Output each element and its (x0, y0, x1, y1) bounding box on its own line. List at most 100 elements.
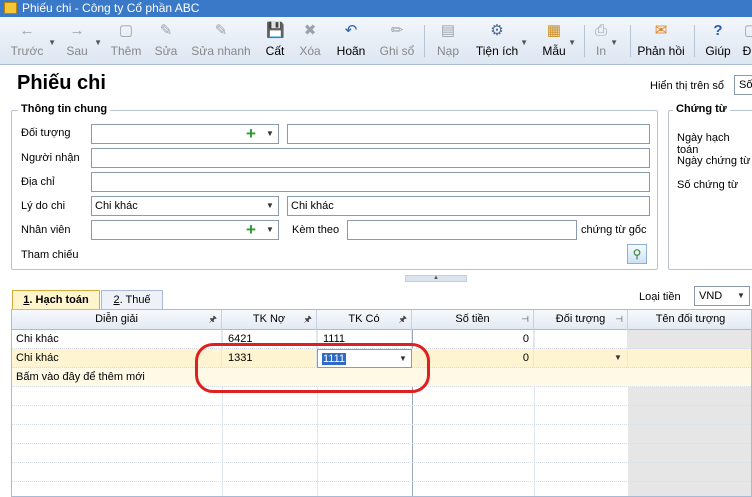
dia-chi-input[interactable] (91, 172, 650, 192)
printer-icon: ⎙ (594, 22, 607, 39)
load-icon: ▤ (440, 22, 456, 39)
pin-icon[interactable]: 🖈 (304, 310, 312, 329)
doi-tuong-name-input[interactable] (287, 124, 650, 144)
next-button[interactable]: → Sau ▼ (60, 20, 102, 62)
toolbar-separator (694, 25, 695, 57)
chevron-down-icon[interactable]: ▼ (262, 221, 278, 239)
utilities-button[interactable]: ⚙ Tiện ích ▼ (474, 20, 528, 62)
add-doi-tuong-icon[interactable]: + (243, 125, 259, 143)
ly-do-chi-desc-input[interactable]: Chi khác (287, 196, 650, 216)
add-new-row[interactable]: Bấm vào đây để thêm mới (12, 368, 751, 387)
panel-splitter[interactable]: ▲ (0, 272, 752, 284)
group-title: Chứng từ (673, 103, 730, 115)
chevron-down-icon[interactable]: ▼ (520, 38, 528, 47)
pin-icon[interactable]: ⊣ (615, 310, 623, 329)
tab-thue[interactable]: 2. Thuế (101, 290, 163, 309)
load-button[interactable]: ▤ Nạp (434, 20, 462, 62)
postpone-button[interactable]: ↶ Hoãn (334, 20, 368, 62)
chevron-down-icon[interactable]: ▼ (610, 349, 626, 367)
quick-edit-button[interactable]: ✎ Sửa nhanh (190, 20, 252, 62)
delete-icon: ✖ (303, 22, 317, 39)
chung-tu-goc-label: chứng từ gốc (581, 224, 647, 236)
table-row[interactable] (12, 406, 751, 425)
chevron-down-icon[interactable]: ▼ (568, 38, 576, 47)
column-header[interactable]: Tên đối tượng (628, 310, 751, 330)
close-icon: ▢ (743, 22, 752, 39)
feedback-button[interactable]: ✉ Phản hồi (636, 20, 686, 62)
ledger-select[interactable]: Số (734, 75, 752, 95)
template-button[interactable]: ▦ Mẫu ▼ (540, 20, 576, 62)
chevron-down-icon[interactable]: ▼ (733, 287, 749, 305)
so-chung-tu-label: Số chứng từ (677, 179, 739, 191)
column-header[interactable]: Đối tượng ⊣ (534, 310, 628, 330)
quick-edit-icon: ✎ (214, 22, 228, 39)
toolbar-separator (630, 25, 631, 57)
nguoi-nhan-label: Người nhận (21, 152, 80, 164)
currency-select[interactable]: VND ▼ (694, 286, 750, 306)
column-header[interactable]: TK Nợ 🖈 (222, 310, 317, 330)
add-button[interactable]: ▢ Thêm (108, 20, 144, 62)
add-nhan-vien-icon[interactable]: + (243, 221, 259, 239)
add-new-row-text[interactable]: Bấm vào đây để thêm mới (12, 368, 412, 387)
pin-icon[interactable]: 🖈 (209, 310, 217, 329)
tk-co-combobox[interactable]: 1111 ▼ (317, 349, 412, 368)
post-ledger-button[interactable]: ✏ Ghi sổ (378, 20, 416, 62)
kem-theo-label: Kèm theo (292, 224, 340, 236)
dia-chi-label: Địa chỉ (21, 176, 55, 188)
add-document-icon: ▢ (118, 22, 134, 39)
table-row[interactable] (12, 482, 751, 496)
save-icon: 💾 (266, 22, 285, 39)
column-header[interactable]: TK Có 🖈 (317, 310, 412, 330)
tk-co-edit-cell[interactable]: 1111 ▼ (317, 349, 412, 368)
prev-button[interactable]: ← Trước ▼ (6, 20, 56, 62)
template-icon: ▦ (546, 22, 562, 39)
window-title: Phiếu chi - Công ty Cổ phần ABC (22, 1, 200, 15)
toolbar-separator (424, 25, 425, 57)
ly-do-chi-select[interactable]: Chi khác (91, 196, 279, 216)
column-header[interactable]: Số tiền ⊣ (412, 310, 534, 330)
tab-hach-toan[interactable]: 1. Hạch toán (12, 290, 100, 310)
table-row[interactable] (12, 444, 751, 463)
page-title: Phiếu chi (17, 72, 106, 94)
table-row[interactable]: Chi khác 1331 1111 ▼ 0 ▼ (12, 349, 751, 368)
chevron-down-icon[interactable]: ▼ (262, 125, 278, 143)
edit-button[interactable]: ✎ Sửa (152, 20, 180, 62)
chevron-down-icon[interactable]: ▼ (395, 350, 411, 367)
grid-header: Diễn giải 🖈 TK Nợ 🖈 TK Có 🖈 Số tiền ⊣ Đối tư… (12, 310, 751, 330)
doi-tuong-label: Đối tượng (21, 127, 71, 139)
pin-icon[interactable]: 🖈 (399, 310, 407, 329)
chevron-down-icon[interactable]: ▼ (94, 38, 102, 47)
group-title: Thông tin chung (18, 103, 111, 115)
app-icon (4, 2, 17, 14)
chevron-down-icon[interactable]: ▼ (48, 38, 56, 47)
nguoi-nhan-input[interactable] (91, 148, 650, 168)
close-button[interactable]: ▢ Đ (742, 20, 752, 62)
arrow-right-icon: → (69, 22, 85, 39)
kem-theo-input[interactable] (347, 220, 577, 240)
column-header[interactable]: Diễn giải 🖈 (12, 310, 222, 330)
toolbar: ← Trước ▼ → Sau ▼ ▢ Thêm ✎ Sửa ✎ Sửa nhanh 💾 Cất… (0, 17, 752, 65)
reference-search-button[interactable]: ⚲ (627, 244, 647, 264)
help-button[interactable]: ? Giúp (704, 20, 732, 62)
table-row[interactable] (12, 463, 751, 482)
nhan-vien-label: Nhân viên (21, 224, 71, 236)
delete-button[interactable]: ✖ Xóa (296, 20, 324, 62)
toolbar-separator (584, 25, 585, 57)
chevron-down-icon[interactable]: ▼ (610, 38, 618, 47)
chevron-down-icon[interactable]: ▼ (262, 197, 278, 215)
collapse-handle[interactable]: ▲ (405, 275, 467, 282)
display-on-ledger-label: Hiển thị trên sổ (650, 80, 724, 92)
help-icon: ? (713, 22, 723, 39)
search-add-icon: ⚲ (632, 247, 642, 261)
ngay-hach-toan-label: Ngày hạch toán (677, 132, 730, 156)
table-row[interactable] (12, 425, 751, 444)
tham-chieu-label: Tham chiếu (21, 249, 79, 261)
save-button[interactable]: 💾 Cất (262, 20, 288, 62)
print-button[interactable]: ⎙ In ▼ (592, 20, 618, 62)
table-row[interactable] (12, 387, 751, 406)
arrow-left-icon: ← (19, 22, 35, 39)
window-title-bar: Phiếu chi - Công ty Cổ phần ABC (0, 0, 752, 17)
chevron-up-icon: ▲ (433, 275, 439, 281)
pin-icon[interactable]: ⊣ (521, 310, 529, 329)
table-row[interactable]: Chi khác 6421 1111 0 (12, 330, 751, 349)
